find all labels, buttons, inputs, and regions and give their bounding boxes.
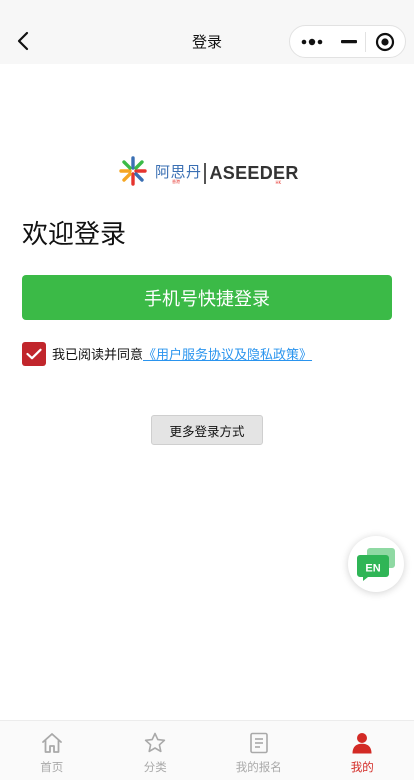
tab-category[interactable]: 分类 (104, 721, 208, 780)
agreement-checkbox[interactable] (22, 341, 46, 366)
tab-profile-label: 我的 (350, 760, 374, 774)
navigation-bar: 登录 (0, 0, 414, 64)
tab-category-label: 分类 (143, 760, 167, 774)
welcome-heading: 欢迎登录 (22, 220, 127, 250)
tab-profile[interactable]: 我的 (311, 721, 414, 780)
bottom-tab-bar: 首页 分类 我的报名 我的 (0, 720, 414, 780)
more-dots-icon[interactable] (290, 26, 334, 57)
logo-chinese-subtext: 香港 (172, 179, 180, 184)
home-icon (40, 731, 64, 755)
star-icon (143, 731, 167, 755)
logo-english-subtext: HK (275, 180, 282, 185)
checkmark-icon (26, 348, 42, 359)
minimize-icon[interactable] (334, 26, 364, 57)
phone-quick-login-button[interactable]: 手机号快捷登录 (22, 275, 392, 320)
logo-english-text: ASEEDER (209, 163, 299, 183)
float-button-label: EN (365, 563, 380, 575)
agreement-row: 我已阅读并同意 《用户服务协议及隐私政策》 (22, 341, 312, 366)
logo-divider (204, 162, 206, 184)
asterisk-logo-icon (118, 156, 148, 190)
brand-logo: 阿思丹 香港 ASEEDER HK (118, 156, 299, 190)
language-switch-button[interactable]: EN (348, 536, 404, 592)
document-icon (247, 731, 271, 755)
tab-my-registrations-label: 我的报名 (235, 760, 282, 774)
more-login-methods-button[interactable]: 更多登录方式 (151, 415, 263, 445)
agreement-link[interactable]: 《用户服务协议及隐私政策》 (143, 344, 312, 363)
tab-my-registrations[interactable]: 我的报名 (207, 721, 311, 780)
tab-home-label: 首页 (40, 760, 64, 774)
target-icon[interactable] (366, 26, 405, 57)
agreement-text: 我已阅读并同意 (52, 348, 144, 363)
tab-home[interactable]: 首页 (0, 721, 104, 780)
mini-program-capsule (289, 25, 406, 58)
chat-bubble-icon: EN (357, 548, 395, 581)
person-icon (350, 731, 374, 755)
